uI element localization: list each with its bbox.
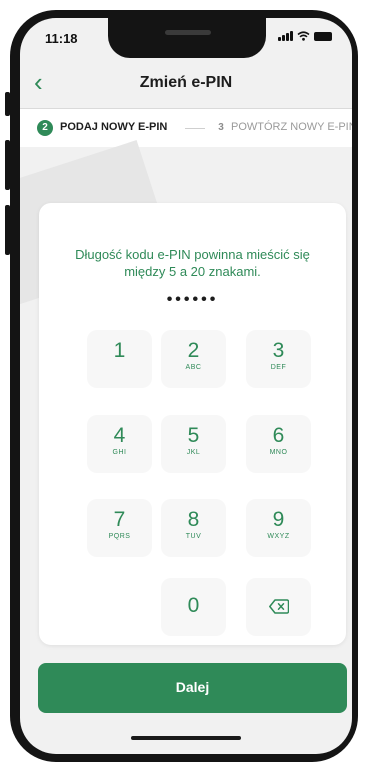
top-bar: ‹ Zmień e-PIN — [20, 64, 352, 104]
key-digit: 8 — [187, 508, 200, 531]
key-letters: ABC — [185, 364, 202, 371]
key-letters: DEF — [270, 364, 287, 371]
notch — [108, 18, 266, 58]
key-digit: 7 — [113, 508, 126, 531]
home-indicator[interactable] — [131, 736, 241, 740]
key-digit: 1 — [113, 339, 126, 362]
key-digit: 4 — [113, 424, 126, 447]
pin-card: Długość kodu e-PIN powinna mieścić się m… — [39, 203, 346, 645]
key-letters: GHI — [112, 449, 127, 456]
next-button-label: Dalej — [175, 679, 210, 695]
key-letters: WXYZ — [267, 533, 290, 540]
key-6[interactable]: 6 MNO — [246, 415, 311, 473]
step-label-next: POWTÓRZ NOWY E-PIN — [231, 121, 352, 133]
key-5[interactable]: 5 JKL — [161, 415, 226, 473]
key-digit: 2 — [187, 339, 200, 362]
key-4[interactable]: 4 GHI — [87, 415, 152, 473]
key-letters: TUV — [185, 533, 202, 540]
backspace-button[interactable] — [246, 578, 311, 636]
key-1[interactable]: 1 — [87, 330, 152, 388]
key-3[interactable]: 3 DEF — [246, 330, 311, 388]
key-letters: JKL — [186, 449, 201, 456]
key-digit: 3 — [272, 339, 285, 362]
key-8[interactable]: 8 TUV — [161, 499, 226, 557]
battery-icon — [314, 31, 332, 41]
status-icons — [278, 31, 332, 41]
step-number-active: 2 — [37, 120, 53, 136]
key-digit: 5 — [187, 424, 200, 447]
key-7[interactable]: 7 PQRS — [87, 499, 152, 557]
key-9[interactable]: 9 WXYZ — [246, 499, 311, 557]
wifi-icon — [297, 31, 310, 41]
pin-mask: •••••• — [166, 291, 219, 308]
status-time: 11:18 — [45, 31, 78, 46]
key-2[interactable]: 2 ABC — [161, 330, 226, 388]
page-title: Zmień e-PIN — [139, 74, 233, 91]
key-letters: MNO — [269, 449, 288, 456]
backspace-icon — [268, 599, 289, 614]
volume-up-button — [5, 140, 10, 190]
key-digit: 9 — [272, 508, 285, 531]
signal-icon — [278, 31, 293, 41]
speaker — [165, 30, 211, 35]
step-connector — [185, 128, 205, 129]
step-number-next: 3 — [213, 120, 229, 136]
key-digit: 0 — [187, 594, 200, 617]
mute-switch — [5, 92, 10, 116]
volume-down-button — [5, 205, 10, 255]
step-label-active: PODAJ NOWY E-PIN — [60, 121, 168, 133]
key-digit: 6 — [272, 424, 285, 447]
key-0[interactable]: 0 — [161, 578, 226, 636]
next-button[interactable]: Dalej — [38, 663, 347, 713]
app-screen: 11:18 ‹ Zmień e-PIN 2 PODAJ NOWY E-PIN 3… — [20, 18, 352, 754]
pin-hint: Długość kodu e-PIN powinna mieścić się m… — [75, 247, 310, 279]
step-indicator: 2 PODAJ NOWY E-PIN 3 POWTÓRZ NOWY E-PIN — [20, 109, 352, 147]
key-letters: PQRS — [108, 533, 131, 540]
